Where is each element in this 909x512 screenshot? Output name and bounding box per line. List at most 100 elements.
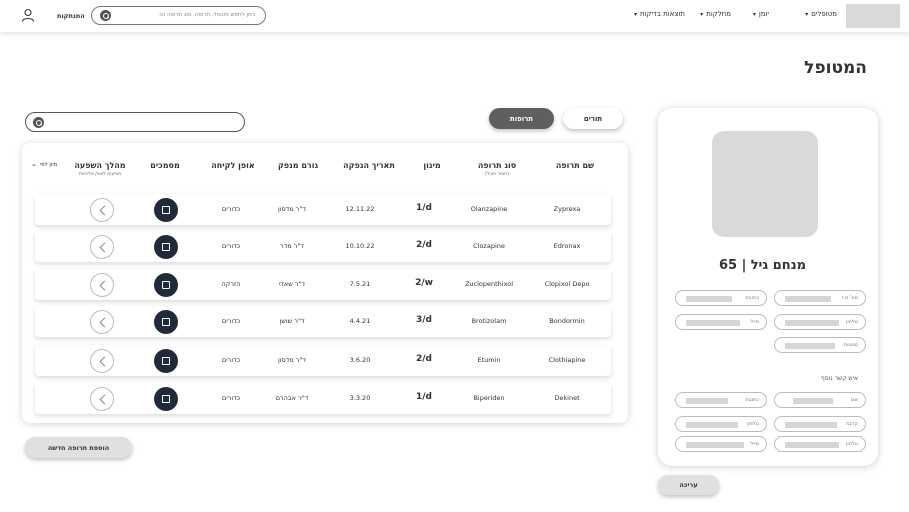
field-label: מייל (750, 319, 759, 325)
edit-button[interactable]: עריכה (658, 475, 719, 495)
nav-item-label: תוצאות בדיקות (640, 10, 685, 18)
header-med-name[interactable]: שם תרופה (556, 161, 594, 170)
chevron-left-button[interactable] (90, 310, 114, 334)
header-label: אופן לקיחה (211, 161, 255, 170)
contact-relation-field: קרבה (774, 416, 866, 432)
cell-method: הזרקה (221, 280, 241, 288)
header-dose[interactable]: מינון (423, 161, 440, 170)
cell-dose: 1/d (416, 392, 432, 402)
search-icon[interactable] (33, 117, 44, 128)
cell-date: 4.4.21 (349, 317, 371, 325)
table-row[interactable]: Bondormin Brotizolam 3/d 4.4.21 ד"ר שושן… (35, 306, 611, 337)
header-label: סוג תרופה (477, 161, 517, 170)
redacted-value (686, 442, 744, 448)
table-row[interactable]: Clothiapine Etumin 2/d 3.6.20 ד"ר מדסון … (35, 345, 611, 376)
nav-item-label: מטופלים (811, 10, 837, 18)
sort-label: מיון לפי (39, 162, 58, 168)
header-label: מינון (423, 161, 441, 170)
cell-dose: 2/w (415, 278, 433, 288)
chevron-left-button[interactable] (90, 273, 114, 297)
cell-dose: 1/d (416, 203, 432, 213)
nav-item-patients[interactable]: מטופלים▾ (805, 10, 837, 18)
chevron-left-button[interactable] (90, 349, 114, 373)
status-field: סטטוס (774, 337, 866, 353)
table-row[interactable]: Clopixol Depo Zuclopenthixol 2/w 7.5.21 … (35, 269, 611, 300)
header-method[interactable]: אופן לקיחה (211, 161, 254, 170)
nav-item-test-results[interactable]: תוצאות בדיקות▾ (634, 10, 685, 18)
search-icon[interactable] (100, 10, 111, 21)
add-medication-button[interactable]: הוספת תרופה חדשה (25, 437, 132, 458)
redacted-value (785, 296, 831, 302)
chevron-left-button[interactable] (90, 198, 114, 222)
redacted-value (785, 422, 837, 428)
chevron-down-icon: ▾ (700, 11, 704, 18)
cell-type: Clozapine (473, 242, 505, 250)
document-button[interactable] (154, 310, 178, 334)
document-icon (162, 281, 170, 289)
header-label: גורם מנפק (277, 161, 319, 170)
search-placeholder: ניתן לחפש מטופל, תרופה, סוג תרופה וכו (159, 12, 255, 18)
cell-date: 7.5.21 (349, 280, 371, 288)
table-row[interactable]: Dekinet Biperiden 1/d 3.3.20 ד"ר אבהרם כ… (35, 383, 611, 414)
document-button[interactable] (154, 235, 178, 259)
cell-method: כדורים (221, 205, 241, 213)
field-label: מס' ת.ז (841, 295, 858, 301)
chevron-down-icon: ▾ (752, 11, 756, 18)
document-button[interactable] (154, 198, 178, 222)
sort-dropdown[interactable]: מיון לפי⌄ (31, 160, 57, 168)
cell-type: Etumin (477, 356, 501, 364)
cell-type: Brotizolam (471, 317, 507, 325)
cell-method: כדורים (221, 242, 241, 250)
redacted-value (785, 343, 835, 349)
cell-method: כדורים (221, 356, 241, 364)
medications-search-input[interactable] (25, 112, 245, 132)
field-label: טלפון (846, 319, 858, 325)
patient-age: 65 | (719, 258, 747, 273)
document-icon (162, 318, 170, 326)
cell-name: Bondormin (549, 317, 585, 325)
chevron-left-button[interactable] (90, 235, 114, 259)
table-row[interactable]: Zyprexa Olanzapine 1/d 12.11.22 ד"ר מדסו… (35, 194, 611, 225)
cell-name: Edronax (553, 242, 581, 250)
id-field: מס' ת.ז (774, 290, 866, 306)
tab-appointments[interactable]: תורים (563, 108, 623, 129)
field-label: סטטוס (843, 342, 858, 348)
header-med-type[interactable]: סוג תרופה (חומר פעיל) (478, 161, 516, 177)
logout-link[interactable]: התנתקות (57, 12, 85, 20)
field-label: שם (851, 397, 858, 403)
field-label: טלפון (846, 441, 858, 447)
header-effect[interactable]: מהלך השפעה תופעות לוואי/ אלרגיות (74, 161, 125, 177)
nav-item-departments[interactable]: מחלקות▾ (700, 10, 731, 18)
document-icon (162, 243, 170, 251)
tab-medications[interactable]: תרופות (489, 108, 554, 129)
chevron-left-button[interactable] (90, 387, 114, 411)
logo[interactable] (846, 4, 900, 28)
field-label: כתובת (745, 295, 759, 301)
document-icon (162, 395, 170, 403)
patient-card: מנחם גיל 65 | מס' ת.ז כתובת טלפון מייל ס… (658, 108, 878, 466)
contact-address-field: כתובת (675, 392, 767, 408)
user-icon[interactable] (21, 8, 35, 22)
document-button[interactable] (154, 387, 178, 411)
table-row[interactable]: Edronax Clozapine 2/d 10.10.22 ד"ר מדר כ… (35, 231, 611, 262)
additional-contact-title: איש קשר נוסף (820, 375, 858, 382)
document-button[interactable] (154, 273, 178, 297)
medications-table: שם תרופה סוג תרופה (חומר פעיל) מינון תארי… (22, 143, 628, 423)
global-search-input[interactable]: ניתן לחפש מטופל, תרופה, סוג תרופה וכו (91, 6, 266, 25)
cell-name: Clothiapine (548, 356, 586, 364)
redacted-value (785, 442, 839, 448)
contact-phone2-field: טלפון (774, 436, 866, 452)
header-documents[interactable]: מסמכים (150, 161, 179, 170)
patient-name: מנחם גיל (750, 258, 806, 273)
contact-email-field: מייל (675, 436, 767, 452)
cell-name: Clopixol Depo (544, 280, 590, 288)
document-button[interactable] (154, 349, 178, 373)
nav-item-calendar[interactable]: יומן▾ (753, 10, 769, 18)
header-sublabel: (חומר פעיל) (485, 172, 509, 177)
cell-type: Zuclopenthixol (464, 280, 514, 288)
cell-issuer: ד"ר אבהרם (275, 394, 309, 402)
header-issuer[interactable]: גורם מנפק (278, 161, 318, 170)
cell-dose: 3/d (416, 315, 432, 325)
redacted-value (686, 422, 738, 428)
header-issue-date[interactable]: תאריך הנפקה (343, 161, 395, 170)
